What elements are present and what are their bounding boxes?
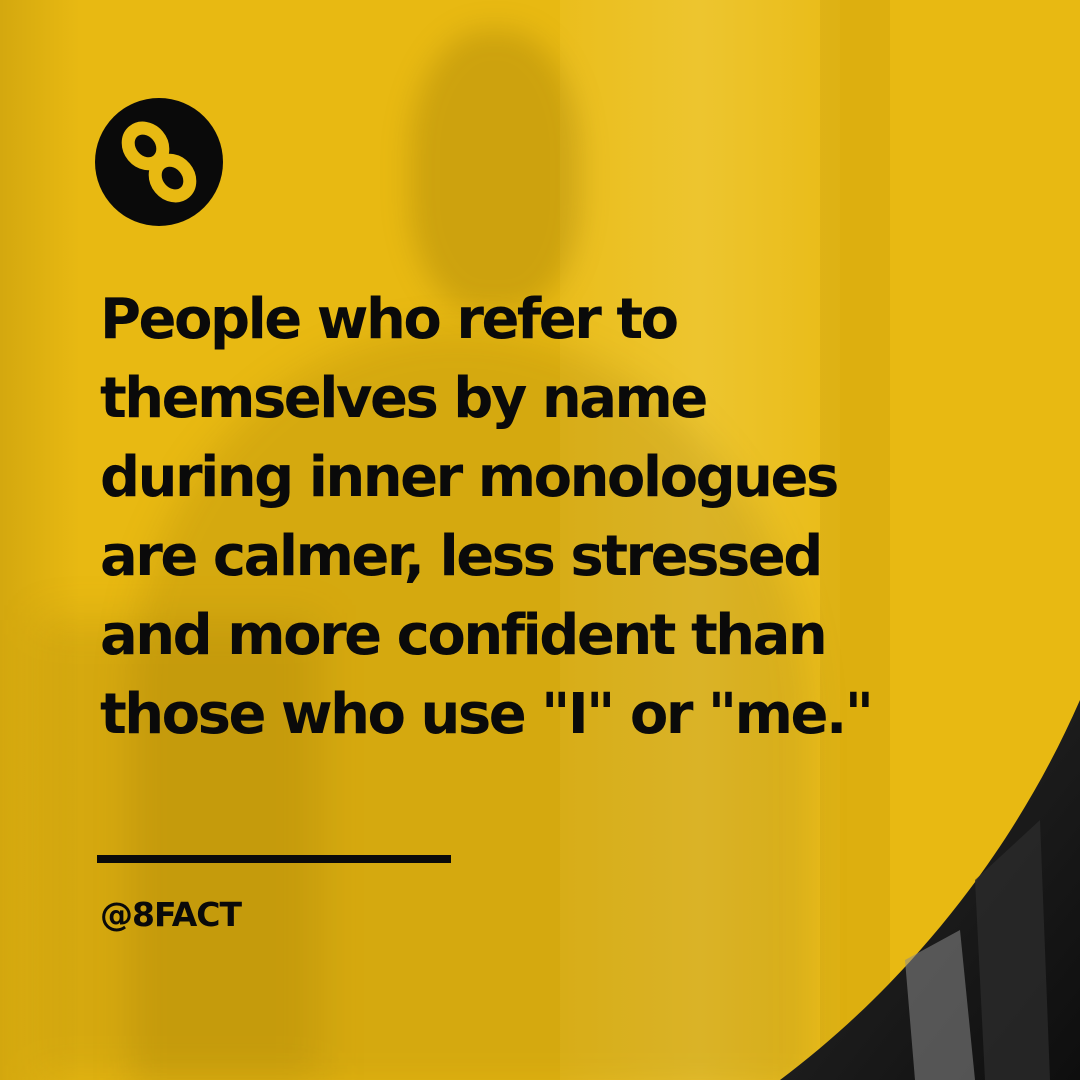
fact-headline: People who refer to themselves by name d… bbox=[100, 280, 1000, 754]
infinity-eight-icon bbox=[121, 121, 197, 203]
brand-logo bbox=[95, 98, 223, 226]
headline-line: those who use "I" or "me." bbox=[100, 682, 874, 747]
headline-line: are calmer, less stressed bbox=[100, 524, 823, 589]
divider-bar bbox=[97, 855, 451, 863]
headline-line: People who refer to bbox=[100, 287, 679, 352]
headline-line: during inner monologues bbox=[100, 445, 839, 510]
account-handle: @8FACT bbox=[100, 895, 242, 934]
headline-line: themselves by name bbox=[100, 366, 708, 431]
headline-line: and more confident than bbox=[100, 603, 828, 668]
fact-card: People who refer to themselves by name d… bbox=[0, 0, 1080, 1080]
